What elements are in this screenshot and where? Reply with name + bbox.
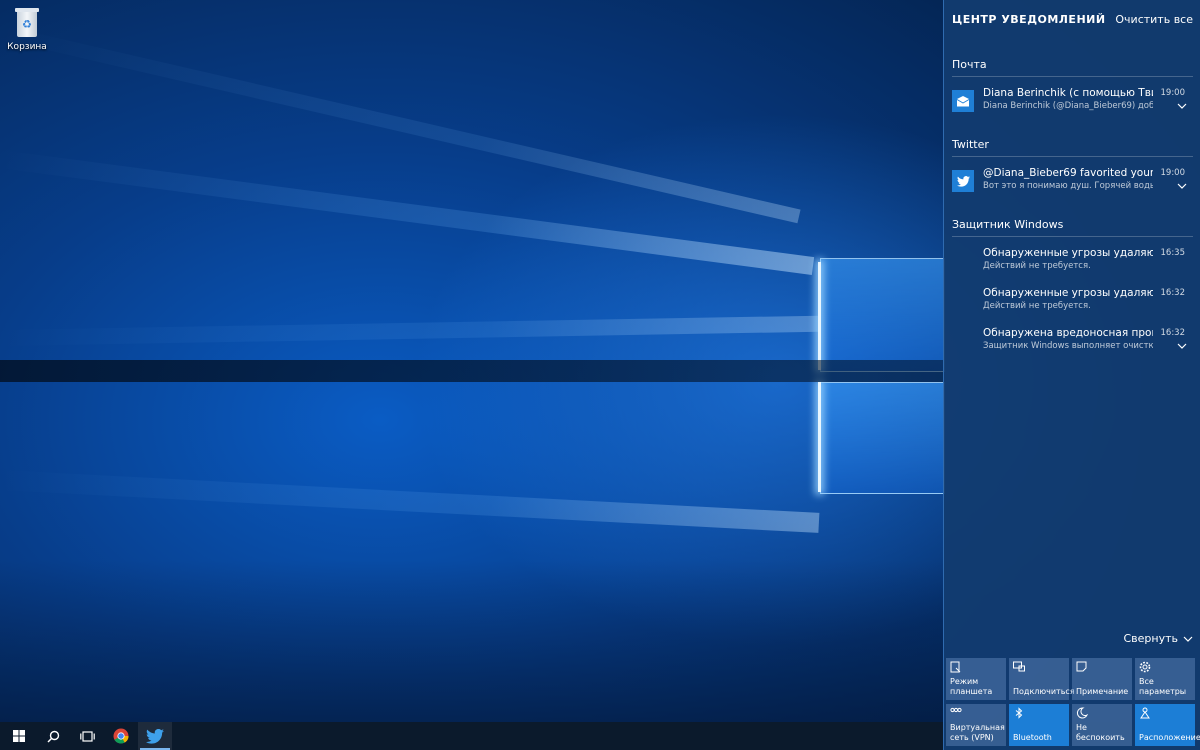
connect-icon [1013, 661, 1025, 672]
chevron-down-icon[interactable] [1177, 103, 1187, 109]
quick-action-connect[interactable]: Подключиться [1009, 658, 1075, 700]
quick-action-label: Bluetooth [1013, 733, 1052, 742]
clear-all-button[interactable]: Очистить все [1115, 13, 1193, 26]
notification-title: @Diana_Bieber69 favorited your tweet [983, 167, 1153, 179]
wallpaper-beam [0, 150, 815, 275]
taskbar-chrome[interactable] [104, 722, 138, 750]
wallpaper-beam [0, 315, 821, 346]
location-icon [1140, 707, 1150, 719]
notification-item[interactable]: Обнаружена вредоносная программа Защитни… [952, 327, 1193, 363]
windows-start-icon [13, 730, 25, 742]
chevron-down-icon [1183, 636, 1193, 642]
notification-group-title[interactable]: Защитник Windows [952, 218, 1063, 231]
desktop-icon-recycle-bin[interactable]: ♻ Корзина [6, 6, 48, 52]
quick-action-all-settings[interactable]: Все параметры [1135, 658, 1195, 700]
action-center-title: ЦЕНТР УВЕДОМЛЕНИЙ [952, 13, 1106, 26]
notification-title: Diana Berinchik (с помощью Твиттер) [983, 87, 1153, 99]
taskbar-twitter[interactable] [138, 722, 172, 750]
notification-time: 16:35 [1160, 248, 1186, 258]
notification-item[interactable]: @Diana_Bieber69 favorited your tweet Вот… [952, 167, 1193, 203]
collapse-button[interactable]: Свернуть [1123, 632, 1193, 645]
notification-time: 19:00 [1160, 168, 1186, 178]
search-icon [46, 730, 59, 743]
notification-title: Обнаруженные угрозы удаляются [983, 287, 1153, 299]
notification-group-title[interactable]: Почта [952, 58, 987, 71]
vpn-icon [950, 707, 962, 713]
twitter-icon [146, 728, 164, 744]
notification-title: Обнаружена вредоносная программа [983, 327, 1153, 339]
quick-action-bluetooth[interactable]: Bluetooth [1009, 704, 1069, 746]
quick-action-do-not-disturb[interactable]: Не беспокоить [1072, 704, 1132, 746]
quick-action-label: Примечание [1076, 687, 1129, 696]
wallpaper-window-pane [820, 258, 945, 372]
moon-icon [1076, 707, 1088, 719]
collapse-label: Свернуть [1123, 632, 1178, 645]
wallpaper-glow-edge [818, 382, 821, 492]
notification-item[interactable]: Обнаруженные угрозы удаляются Действий н… [952, 287, 1193, 323]
task-view-button[interactable] [70, 722, 104, 750]
quick-action-label: Режим планшета [950, 677, 993, 696]
quick-action-label: Виртуальная сеть (VPN) [950, 723, 1005, 742]
group-divider [952, 76, 1193, 77]
quick-action-vpn[interactable]: Виртуальная сеть (VPN) [946, 704, 1006, 746]
chevron-down-icon[interactable] [1177, 183, 1187, 189]
quick-action-tablet-mode[interactable]: Режим планшета [946, 658, 1006, 700]
notification-title: Обнаруженные угрозы удаляются [983, 247, 1153, 259]
quick-action-label: Подключиться [1013, 687, 1075, 696]
quick-action-label: Расположение [1139, 733, 1200, 742]
notification-time: 16:32 [1160, 288, 1186, 298]
quick-action-label: Все параметры [1139, 677, 1187, 696]
bluetooth-icon [1015, 707, 1023, 719]
notification-body: Действий не требуется. [983, 301, 1091, 311]
quick-action-label: Не беспокоить [1076, 723, 1125, 742]
group-divider [952, 156, 1193, 157]
notification-body: Защитник Windows выполняет очистку [983, 341, 1153, 351]
note-icon [1076, 661, 1087, 672]
gear-icon [1139, 661, 1151, 673]
tablet-mode-icon [950, 661, 961, 673]
recycle-bin-icon: ♻ [14, 6, 40, 38]
notification-group-title[interactable]: Twitter [952, 138, 989, 151]
wallpaper-beam [0, 25, 801, 224]
chrome-icon [113, 728, 129, 744]
action-center: ЦЕНТР УВЕДОМЛЕНИЙ Очистить все Почта Dia… [943, 0, 1200, 750]
wallpaper-glow-edge [818, 262, 821, 370]
notification-time: 16:32 [1160, 328, 1186, 338]
search-button[interactable] [36, 722, 70, 750]
task-view-icon [79, 730, 95, 742]
quick-action-note[interactable]: Примечание [1072, 658, 1132, 700]
notification-body: Diana Berinchik (@Diana_Bieber69) добави… [983, 101, 1153, 111]
taskbar [0, 722, 943, 750]
notification-time: 19:00 [1160, 88, 1186, 98]
mail-icon [952, 90, 974, 112]
notification-body: Действий не требуется. [983, 261, 1091, 271]
notification-body: Вот это я понимаю душ. Горячей воды 3 [983, 181, 1153, 191]
chevron-down-icon[interactable] [1177, 343, 1187, 349]
wallpaper-shadow-band [0, 360, 943, 382]
desktop-icon-label: Корзина [7, 42, 47, 52]
quick-action-location[interactable]: Расположение [1135, 704, 1200, 746]
group-divider [952, 236, 1193, 237]
twitter-icon [952, 170, 974, 192]
wallpaper-window-pane [820, 382, 945, 494]
start-button[interactable] [2, 722, 36, 750]
wallpaper-beam [0, 470, 820, 533]
notification-item[interactable]: Diana Berinchik (с помощью Твиттер) Dian… [952, 87, 1193, 123]
wallpaper-shadow-band [0, 560, 943, 722]
notification-item[interactable]: Обнаруженные угрозы удаляются Действий н… [952, 247, 1193, 283]
